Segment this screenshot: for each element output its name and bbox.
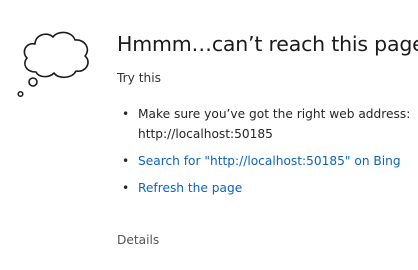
suggestion-text-line1: Make sure you’ve got the right web addre… xyxy=(138,107,411,121)
suggestion-search-bing: • Search for "http://localhost:50185" on… xyxy=(117,151,412,171)
details-button[interactable]: Details xyxy=(117,232,159,248)
suggestion-list: • Make sure you’ve got the right web add… xyxy=(117,104,412,198)
error-page: Hmmm…can’t reach this page Try this • Ma… xyxy=(0,0,418,270)
try-this-heading: Try this xyxy=(117,71,161,85)
bullet: • xyxy=(122,181,130,195)
bullet: • xyxy=(122,154,130,168)
thought-cloud-icon xyxy=(17,31,89,98)
search-bing-link[interactable]: Search for "http://localhost:50185" on B… xyxy=(138,154,401,168)
suggestion-text-line2: http://localhost:50185 xyxy=(138,127,273,141)
refresh-page-link[interactable]: Refresh the page xyxy=(138,181,242,195)
error-content: Hmmm…can’t reach this page Try this • Ma… xyxy=(117,30,418,198)
suggestion-refresh: • Refresh the page xyxy=(117,178,412,198)
page-title: Hmmm…can’t reach this page xyxy=(117,32,418,56)
bullet: • xyxy=(122,107,130,121)
suggestion-check-address: • Make sure you’ve got the right web add… xyxy=(117,104,412,144)
